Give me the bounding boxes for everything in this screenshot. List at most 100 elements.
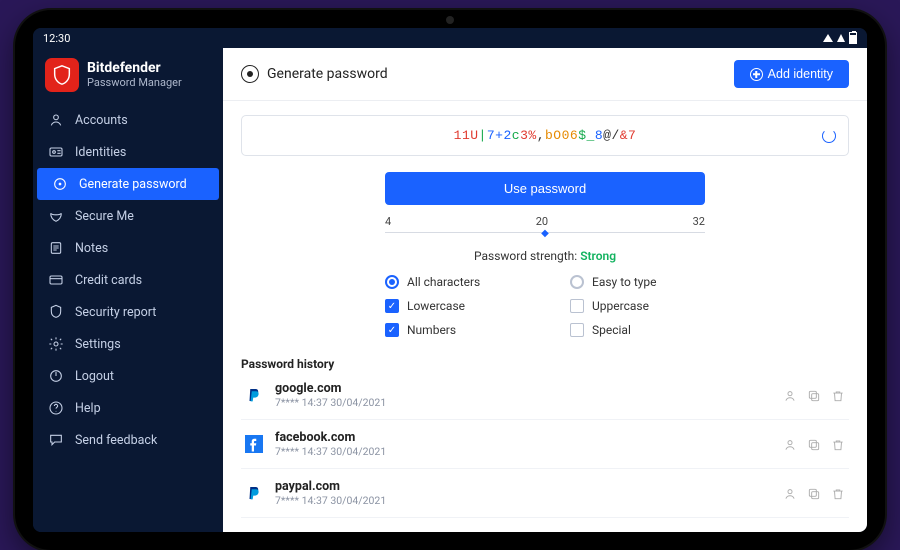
- brand-name: Bitdefender: [87, 61, 182, 76]
- security-report-icon: [47, 304, 65, 320]
- credit-cards-icon: [47, 272, 65, 288]
- history-actions: [783, 388, 845, 402]
- opt-all-characters[interactable]: All characters: [385, 275, 520, 289]
- help-icon: [47, 400, 65, 416]
- checkbox-icon: [570, 323, 584, 337]
- sidebar-nav: Accounts Identities Generate password Secur…: [33, 104, 223, 456]
- generate-icon: [51, 176, 69, 192]
- slider-track[interactable]: ◆: [385, 232, 705, 233]
- opt-label: Special: [592, 323, 631, 337]
- status-time: 12:30: [43, 32, 70, 45]
- history-site: facebook.com: [275, 430, 783, 445]
- trash-icon[interactable]: [831, 437, 845, 451]
- facebook-icon: [245, 435, 263, 453]
- history-meta: 7**** 14:37 30/04/2021: [275, 494, 783, 507]
- history-item[interactable]: paypal.com7**** 14:37 30/04/2021: [241, 469, 849, 518]
- opt-easy-to-type[interactable]: Easy to type: [570, 275, 705, 289]
- sidebar-item-secure-me[interactable]: Secure Me: [33, 200, 223, 232]
- radio-icon: [570, 275, 584, 289]
- slider-max: 32: [693, 215, 705, 228]
- opt-special[interactable]: Special: [570, 323, 705, 337]
- strength-value: Strong: [580, 249, 616, 263]
- opt-label: All characters: [407, 275, 480, 289]
- sidebar-item-credit-cards[interactable]: Credit cards: [33, 264, 223, 296]
- slider-mid: 20: [536, 215, 548, 228]
- sidebar-item-label: Credit cards: [75, 273, 142, 288]
- add-identity-button[interactable]: Add identity: [734, 60, 849, 88]
- identities-icon: [47, 144, 65, 160]
- copy-icon[interactable]: [807, 437, 821, 451]
- notes-icon: [47, 240, 65, 256]
- sidebar-item-label: Help: [75, 401, 101, 416]
- main-panel: Generate password Add identity 11U|7+2c3…: [223, 48, 867, 532]
- sidebar-item-identities[interactable]: Identities: [33, 136, 223, 168]
- trash-icon[interactable]: [831, 486, 845, 500]
- copy-icon[interactable]: [807, 388, 821, 402]
- slider-thumb-icon[interactable]: ◆: [541, 228, 549, 239]
- history-info: paypal.com7**** 14:37 30/04/2021: [275, 479, 783, 507]
- strength-label: Password strength:: [474, 249, 577, 263]
- sidebar-item-label: Send feedback: [75, 433, 157, 448]
- generate-icon: [241, 65, 259, 83]
- history-actions: [783, 486, 845, 500]
- brand-subtitle: Password Manager: [87, 76, 182, 89]
- wifi-icon: [823, 34, 833, 42]
- opt-lowercase[interactable]: ✓ Lowercase: [385, 299, 520, 313]
- opt-numbers[interactable]: ✓ Numbers: [385, 323, 520, 337]
- sidebar-item-security-report[interactable]: Security report: [33, 296, 223, 328]
- sidebar-item-logout[interactable]: Logout: [33, 360, 223, 392]
- cell-icon: [837, 34, 845, 42]
- sidebar-item-send-feedback[interactable]: Send feedback: [33, 424, 223, 456]
- brand-header: Bitdefender Password Manager: [33, 48, 223, 104]
- sidebar-item-label: Identities: [75, 145, 126, 160]
- sidebar-item-label: Generate password: [79, 177, 187, 192]
- length-slider[interactable]: 4 20 32: [385, 215, 705, 228]
- sidebar-item-generate-password[interactable]: Generate password: [37, 168, 219, 200]
- history-title: Password history: [241, 357, 849, 371]
- history-item[interactable]: google.com7**** 14:37 30/04/2021: [241, 371, 849, 420]
- use-password-button[interactable]: Use password: [385, 172, 705, 205]
- tablet-frame: 12:30 Bitdefender Password Manager Accou: [15, 10, 885, 550]
- battery-icon: [849, 32, 857, 44]
- opt-label: Numbers: [407, 323, 456, 337]
- history-site: paypal.com: [275, 479, 783, 494]
- plus-circle-icon: [750, 68, 763, 81]
- page-title: Generate password: [267, 66, 388, 82]
- device-camera: [446, 16, 454, 24]
- checkbox-icon: ✓: [385, 299, 399, 313]
- user-icon[interactable]: [783, 486, 797, 500]
- generated-password-box[interactable]: 11U|7+2c3%,bO06$_8@/&7: [241, 115, 849, 156]
- password-strength: Password strength: Strong: [385, 249, 705, 263]
- copy-icon[interactable]: [807, 486, 821, 500]
- sidebar-item-settings[interactable]: Settings: [33, 328, 223, 360]
- sidebar-item-notes[interactable]: Notes: [33, 232, 223, 264]
- history-meta: 7**** 14:37 30/04/2021: [275, 396, 783, 409]
- history-item[interactable]: facebook.com7**** 14:37 30/04/2021: [241, 420, 849, 469]
- history-site: google.com: [275, 381, 783, 396]
- sidebar-item-label: Accounts: [75, 113, 128, 128]
- sidebar-item-label: Secure Me: [75, 209, 134, 224]
- history-meta: 7**** 14:37 30/04/2021: [275, 445, 783, 458]
- refresh-icon[interactable]: [822, 129, 836, 143]
- paypal-icon: [245, 484, 263, 502]
- sidebar-item-help[interactable]: Help: [33, 392, 223, 424]
- checkbox-icon: [570, 299, 584, 313]
- sidebar: Bitdefender Password Manager Accounts Ide…: [33, 48, 223, 532]
- sidebar-item-label: Security report: [75, 305, 156, 320]
- radio-icon: [385, 275, 399, 289]
- checkbox-icon: ✓: [385, 323, 399, 337]
- user-icon[interactable]: [783, 437, 797, 451]
- trash-icon[interactable]: [831, 388, 845, 402]
- accounts-icon: [47, 112, 65, 128]
- opt-uppercase[interactable]: Uppercase: [570, 299, 705, 313]
- paypal-icon: [245, 386, 263, 404]
- history-actions: [783, 437, 845, 451]
- feedback-icon: [47, 432, 65, 448]
- history-info: google.com7**** 14:37 30/04/2021: [275, 381, 783, 409]
- opt-label: Lowercase: [407, 299, 465, 313]
- opt-label: Easy to type: [592, 275, 657, 289]
- sidebar-item-accounts[interactable]: Accounts: [33, 104, 223, 136]
- settings-icon: [47, 336, 65, 352]
- sidebar-item-label: Notes: [75, 241, 108, 256]
- user-icon[interactable]: [783, 388, 797, 402]
